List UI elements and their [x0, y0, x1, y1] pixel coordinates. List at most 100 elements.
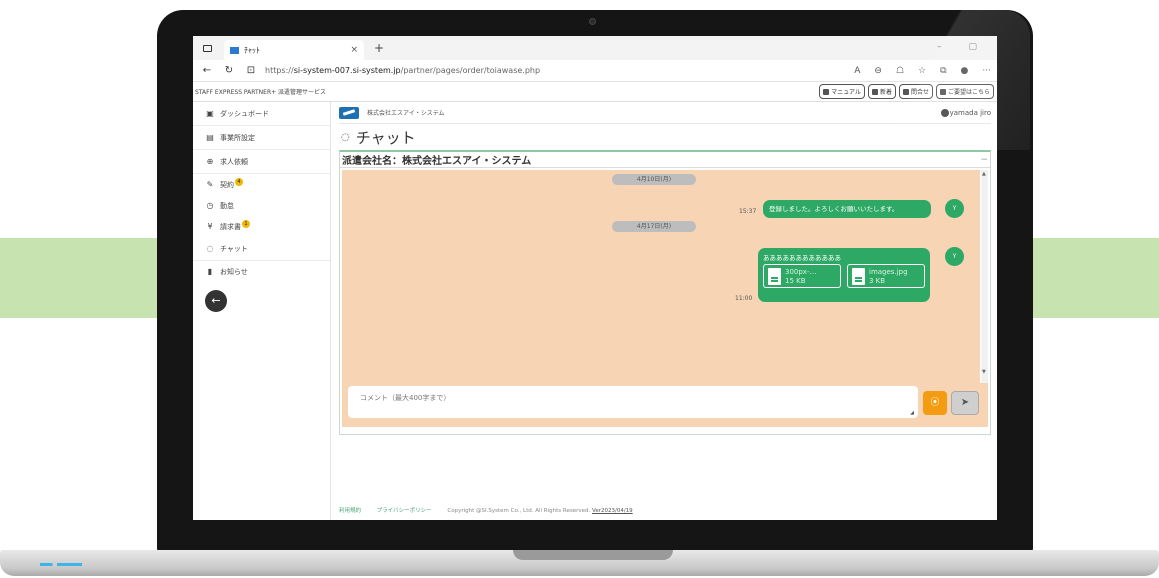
news-icon — [871, 88, 878, 95]
url-host: si-system-007.si-system.jp — [293, 66, 401, 75]
invoice-count-badge: 1 — [242, 219, 250, 228]
sidebar-item-attendance[interactable]: ◷ 勤怠 — [193, 195, 330, 216]
collections-icon[interactable]: ⧉ — [940, 66, 946, 76]
sidebar-item-label: 契約 — [220, 180, 234, 189]
url-prefix: https:// — [265, 66, 294, 75]
chat-panel: 派遣会社名：株式会社エスアイ・システム − 4月10日(月) 15:37 登録し… — [339, 150, 991, 435]
base-accent — [40, 563, 82, 566]
lock-icon[interactable]: ⊡ — [243, 65, 259, 76]
company-bar: 株式会社エスアイ・システム yamada jiro — [339, 102, 991, 124]
notice-icon: ▮ — [207, 267, 213, 276]
pen-icon: ✎ — [206, 180, 214, 189]
browser-tab-bar: ﾁｬｯﾄ × + – ▢ — [193, 36, 997, 60]
news-button[interactable]: 新着 — [867, 84, 896, 99]
chat-scrollbar[interactable]: ▲ ▼ — [981, 170, 988, 383]
back-button[interactable]: ← — [205, 290, 227, 312]
site-brand: STAFF EXPRESS PARTNER+ 派遣管理サービス — [195, 89, 327, 96]
message-text: ああああああああああああ — [763, 254, 841, 262]
message-bubble[interactable]: 登録しました。よろしくお願いいたします。 — [763, 200, 931, 218]
back-arrow-icon[interactable]: ← — [199, 65, 215, 76]
request-button[interactable]: ご要望はこちら — [935, 84, 994, 99]
sidebar-item-label: チャット — [220, 244, 248, 253]
page-title: ◌ チャット — [339, 124, 991, 150]
message-time: 11:00 — [735, 295, 753, 302]
privacy-link[interactable]: プライバシーポリシー — [377, 508, 432, 514]
sidebar-item-label: 事業所設定 — [220, 133, 255, 142]
sidebar-item-label: ダッシュボード — [220, 109, 269, 118]
sidebar-item-chat[interactable]: ◌ チャット — [193, 237, 330, 261]
laptop-screen: ﾁｬｯﾄ × + – ▢ ← ↻ ⊡ https://si-system-007… — [193, 36, 997, 520]
more-icon[interactable]: ··· — [982, 66, 991, 76]
request-label: ご要望はこちら — [947, 89, 990, 96]
close-tab-icon[interactable]: × — [350, 45, 358, 55]
copyright-text: Copyright @SI.System Co., Ltd. All Right… — [447, 508, 591, 514]
browser-tab[interactable]: ﾁｬｯﾄ × — [224, 40, 364, 60]
background-band-left — [0, 238, 168, 318]
question-icon — [902, 88, 909, 95]
user-avatar: Y — [945, 247, 964, 266]
date-separator: 4月17日(月) — [612, 221, 696, 232]
site-header: STAFF EXPRESS PARTNER+ 派遣管理サービス マニュアル 新着… — [193, 82, 997, 102]
panel-header: 派遣会社名：株式会社エスアイ・システム − — [340, 152, 990, 168]
resize-handle-icon[interactable]: ◢ — [910, 410, 914, 416]
sidebar-item-dashboard[interactable]: ▣ ダッシュボード — [193, 102, 330, 126]
inquiry-button[interactable]: 問合せ — [898, 84, 933, 99]
sidebar-item-contract[interactable]: ✎ 契約 4 — [193, 174, 330, 195]
terms-link[interactable]: 利用規約 — [339, 508, 361, 514]
chat-icon: ◌ — [206, 244, 214, 253]
address-bar: ← ↻ ⊡ https://si-system-007.si-system.jp… — [193, 60, 997, 82]
refresh-icon[interactable]: ↻ — [221, 65, 237, 76]
favicon-icon — [230, 46, 239, 54]
panel-heading: 派遣会社名：株式会社エスアイ・システム — [342, 156, 532, 167]
sidebar-item-invoice[interactable]: ¥ 請求書 1 — [193, 216, 330, 237]
company-name: 株式会社エスアイ・システム — [367, 110, 445, 117]
version-link[interactable]: Ver2023/04/19 — [592, 508, 633, 514]
zoom-icon[interactable]: ⊖ — [874, 66, 882, 76]
window-controls[interactable]: – ▢ — [937, 42, 989, 52]
message-composer: コメント（最大400字まで） ◢ ⦿ ➤ — [342, 383, 988, 427]
url-field[interactable]: https://si-system-007.si-system.jp/partn… — [265, 66, 840, 75]
comment-input[interactable]: コメント（最大400字まで） ◢ — [348, 386, 918, 418]
profile-icon[interactable]: ● — [961, 66, 969, 76]
sidebar-item-office-settings[interactable]: ▤ 事業所設定 — [193, 126, 330, 150]
user-menu[interactable]: yamada jiro — [940, 108, 991, 117]
main-content: 株式会社エスアイ・システム yamada jiro ◌ チャット 派遣会社名：株… — [331, 102, 997, 520]
user-icon — [940, 108, 949, 117]
extensions-icon[interactable]: ☖ — [896, 66, 904, 76]
file-name: images.jpg — [869, 268, 908, 276]
favorites-icon[interactable]: ☆ — [918, 66, 926, 76]
webcam-icon — [589, 18, 596, 25]
read-aloud-icon[interactable]: A — [854, 66, 860, 76]
sidebar-item-label: 求人依頼 — [220, 157, 248, 166]
user-avatar: Y — [945, 199, 964, 218]
dashboard-icon: ▣ — [206, 109, 214, 118]
file-size: 15 KB — [785, 277, 806, 285]
sidebar-item-notice[interactable]: ▮ お知らせ — [193, 261, 330, 282]
company-logo-icon — [339, 106, 359, 119]
comment-placeholder: コメント（最大400字まで） — [360, 394, 451, 402]
url-path: /partner/pages/order/toiawase.php — [400, 66, 541, 75]
sidebar-item-job-request[interactable]: ⊕ 求人依頼 — [193, 150, 330, 174]
tab-title: ﾁｬｯﾄ — [244, 45, 260, 55]
minimize-icon[interactable]: − — [980, 155, 988, 165]
building-icon: ▤ — [206, 133, 214, 142]
file-attachment[interactable]: 300px-… 15 KB — [763, 264, 841, 288]
message-time: 15:37 — [739, 208, 757, 215]
attach-file-button[interactable]: ⦿ — [923, 391, 947, 415]
manual-button[interactable]: マニュアル — [819, 84, 865, 99]
chat-messages[interactable]: 4月10日(月) 15:37 登録しました。よろしくお願いいたします。 Y 4月… — [342, 170, 980, 383]
tab-actions-icon[interactable] — [203, 44, 212, 52]
file-name: 300px-… — [785, 268, 817, 276]
page-title-text: チャット — [355, 128, 416, 147]
file-icon — [768, 268, 781, 285]
laptop-notch — [513, 550, 673, 560]
send-button[interactable]: ➤ — [951, 391, 979, 415]
page-footer: 利用規約 プライバシーポリシー Copyright @SI.System Co.… — [339, 506, 633, 514]
new-tab-icon[interactable]: + — [374, 41, 384, 55]
contract-count-badge: 4 — [235, 177, 243, 186]
file-attachment[interactable]: images.jpg 3 KB — [847, 264, 925, 288]
background-band-right — [1029, 238, 1159, 318]
scroll-down-icon[interactable]: ▼ — [982, 369, 986, 375]
scroll-up-icon[interactable]: ▲ — [982, 171, 986, 177]
search-person-icon: ⊕ — [206, 157, 214, 166]
